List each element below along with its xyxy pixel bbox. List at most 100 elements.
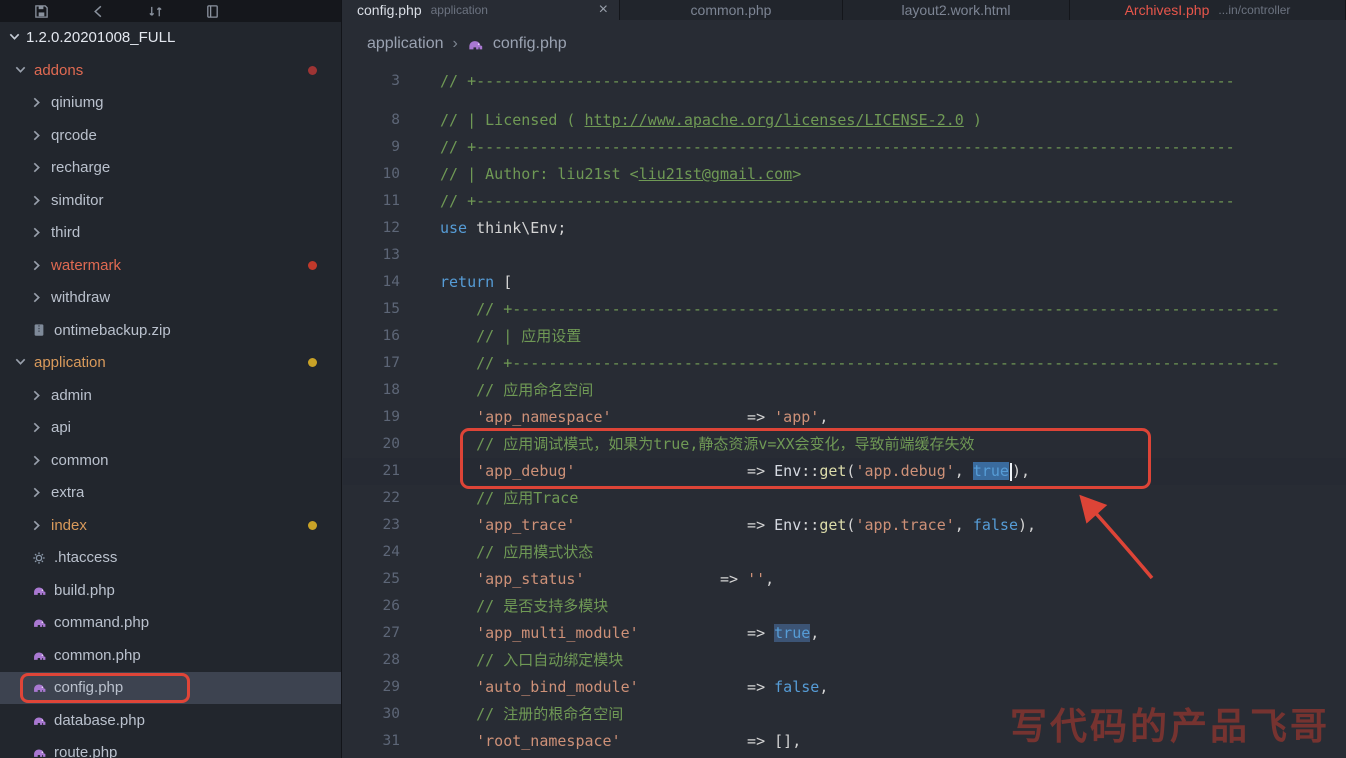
tree-item-index[interactable]: index (0, 509, 341, 542)
line-number[interactable]: 15 (343, 296, 400, 323)
tree-item-common[interactable]: common (0, 444, 341, 477)
tree-item-watermark[interactable]: watermark (0, 249, 341, 282)
tree-item-api[interactable]: api (0, 412, 341, 445)
chevron-right-icon[interactable] (31, 422, 44, 433)
line-number[interactable]: 28 (343, 647, 400, 674)
tab-common.php[interactable]: common.php (620, 0, 843, 20)
code-line-24[interactable]: 24 // 应用模式状态 (343, 539, 1346, 566)
tree-item-build.php[interactable]: build.php (0, 574, 341, 607)
code-line-12[interactable]: 12use think\Env; (343, 215, 1346, 242)
project-root[interactable]: 1.2.0.20201008_FULL (0, 22, 341, 52)
tree-item-qrcode[interactable]: qrcode (0, 119, 341, 152)
line-number[interactable]: 11 (343, 188, 400, 215)
code-area[interactable]: 3// +-----------------------------------… (343, 68, 1346, 758)
code-line-9[interactable]: 9// +-----------------------------------… (343, 134, 1346, 161)
line-number[interactable]: 23 (343, 512, 400, 539)
tree-item-common.php[interactable]: common.php (0, 639, 341, 672)
tree-item-database.php[interactable]: database.php (0, 704, 341, 737)
swap-icon[interactable] (148, 4, 163, 19)
chevron-right-icon[interactable] (31, 487, 44, 498)
tree-item-simditor[interactable]: simditor (0, 184, 341, 217)
chevron-right-icon[interactable] (31, 292, 44, 303)
line-number[interactable]: 18 (343, 377, 400, 404)
breadcrumb-folder[interactable]: application (367, 35, 444, 53)
tree-item-withdraw[interactable]: withdraw (0, 282, 341, 315)
line-number[interactable]: 27 (343, 620, 400, 647)
line-number[interactable]: 21 (343, 458, 400, 485)
code-line-19[interactable]: 19 'app_namespace' => 'app', (343, 404, 1346, 431)
chevron-right-icon[interactable] (31, 520, 44, 531)
line-number[interactable]: 12 (343, 215, 400, 242)
tab-layout2.work.html[interactable]: layout2.work.html (843, 0, 1070, 20)
breadcrumb-file[interactable]: config.php (493, 35, 567, 53)
chevron-down-icon[interactable] (15, 356, 26, 369)
code-line-23[interactable]: 23 'app_trace' => Env::get('app.trace', … (343, 512, 1346, 539)
line-number[interactable]: 26 (343, 593, 400, 620)
code-line-20[interactable]: 20 // 应用调试模式，如果为true,静态资源v=XX会变化，导致前端缓存失… (343, 431, 1346, 458)
code-line-26[interactable]: 26 // 是否支持多模块 (343, 593, 1346, 620)
chevron-right-icon[interactable] (31, 390, 44, 401)
save-icon[interactable] (34, 4, 49, 19)
code-line-14[interactable]: 14return [ (343, 269, 1346, 296)
line-number[interactable]: 14 (343, 269, 400, 296)
file-tree[interactable]: addonsqiniumgqrcoderechargesimditorthird… (0, 52, 341, 758)
close-icon[interactable]: × (599, 2, 619, 18)
tree-item-third[interactable]: third (0, 217, 341, 250)
code-line-15[interactable]: 15 // +---------------------------------… (343, 296, 1346, 323)
chevron-right-icon[interactable] (31, 130, 44, 141)
code-line-18[interactable]: 18 // 应用命名空间 (343, 377, 1346, 404)
code-line-21[interactable]: 21 'app_debug' => Env::get('app.debug', … (343, 458, 1346, 485)
chevron-down-icon[interactable] (15, 64, 26, 77)
tree-item-application[interactable]: application (0, 347, 341, 380)
tree-item-config.php[interactable]: config.php (0, 672, 341, 705)
line-number[interactable]: 30 (343, 701, 400, 728)
code-line-8[interactable]: 8// | Licensed ( http://www.apache.org/l… (343, 107, 1346, 134)
line-number[interactable]: 19 (343, 404, 400, 431)
line-number[interactable]: 31 (343, 728, 400, 755)
chevron-right-icon[interactable] (31, 97, 44, 108)
line-number[interactable]: 22 (343, 485, 400, 512)
line-number[interactable]: 13 (343, 242, 400, 269)
code-line-11[interactable]: 11// +----------------------------------… (343, 188, 1346, 215)
code-line-30[interactable]: 30 // 注册的根命名空间 (343, 701, 1346, 728)
line-number[interactable]: 17 (343, 350, 400, 377)
chevron-right-icon[interactable] (31, 195, 44, 206)
tree-item-command.php[interactable]: command.php (0, 607, 341, 640)
tab-config.php[interactable]: config.phpapplication× (343, 0, 620, 20)
code-line-3[interactable]: 3// +-----------------------------------… (343, 68, 1346, 95)
code-line-17[interactable]: 17 // +---------------------------------… (343, 350, 1346, 377)
line-number[interactable]: 24 (343, 539, 400, 566)
line-number[interactable]: 20 (343, 431, 400, 458)
line-number[interactable]: 9 (343, 134, 400, 161)
tree-item-extra[interactable]: extra (0, 477, 341, 510)
code-line-10[interactable]: 10// | Author: liu21st <liu21st@gmail.co… (343, 161, 1346, 188)
chevron-right-icon[interactable] (31, 260, 44, 271)
book-icon[interactable] (205, 4, 220, 19)
tree-item-addons[interactable]: addons (0, 54, 341, 87)
code-line-27[interactable]: 27 'app_multi_module' => true, (343, 620, 1346, 647)
line-number[interactable]: 3 (343, 68, 400, 95)
line-number[interactable]: 8 (343, 107, 400, 134)
code-line-28[interactable]: 28 // 入口自动绑定模块 (343, 647, 1346, 674)
code-line-13[interactable]: 13 (343, 242, 1346, 269)
code-line-31[interactable]: 31 'root_namespace' => [], (343, 728, 1346, 755)
line-number[interactable]: 10 (343, 161, 400, 188)
line-number[interactable]: 25 (343, 566, 400, 593)
tree-item-admin[interactable]: admin (0, 379, 341, 412)
code-line-22[interactable]: 22 // 应用Trace (343, 485, 1346, 512)
line-number[interactable]: 29 (343, 674, 400, 701)
line-number[interactable]: 16 (343, 323, 400, 350)
tree-item-ontimebackup.zip[interactable]: ontimebackup.zip (0, 314, 341, 347)
code-line-25[interactable]: 25 'app_status' => '', (343, 566, 1346, 593)
code-line-29[interactable]: 29 'auto_bind_module' => false, (343, 674, 1346, 701)
tab-ArchivesI.php[interactable]: ArchivesI.php...in/controller (1070, 0, 1346, 20)
chevron-right-icon[interactable] (31, 455, 44, 466)
tree-item-.htaccess[interactable]: .htaccess (0, 542, 341, 575)
arrow-left-icon[interactable] (91, 4, 106, 19)
chevron-right-icon[interactable] (31, 162, 44, 173)
tree-item-qiniumg[interactable]: qiniumg (0, 87, 341, 120)
code-line-16[interactable]: 16 // | 应用设置 (343, 323, 1346, 350)
chevron-right-icon[interactable] (31, 227, 44, 238)
tree-item-recharge[interactable]: recharge (0, 152, 341, 185)
tree-item-route.php[interactable]: route.php (0, 737, 341, 758)
